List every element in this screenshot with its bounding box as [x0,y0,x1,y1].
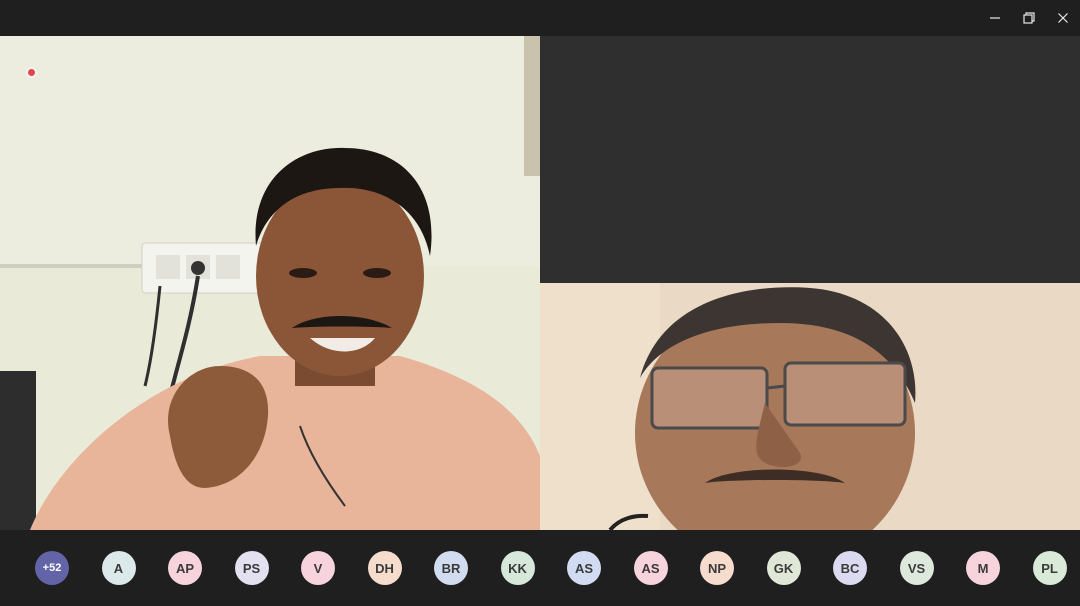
participant-avatar[interactable]: AS [633,551,668,585]
participant-video-2[interactable] [540,283,1080,530]
video-stage [0,36,1080,530]
participant-video-image-2 [540,283,1080,530]
minimize-icon [990,17,1000,19]
participant-avatar[interactable]: A [101,551,136,585]
participant-avatar[interactable]: M [966,551,1000,585]
participant-avatar[interactable]: V [301,551,335,585]
participant-avatar[interactable]: PL [1032,551,1067,585]
minimize-button[interactable] [978,0,1012,36]
participant-avatar[interactable]: AS [567,551,601,585]
participant-avatar[interactable]: KK [500,551,535,585]
participant-avatar[interactable]: VS [899,551,934,585]
restore-icon [1023,12,1035,24]
participant-avatar[interactable]: NP [700,551,734,585]
participant-avatar[interactable]: PS [234,551,269,585]
participant-video-image-1 [0,36,540,530]
restore-button[interactable] [1012,0,1046,36]
participant-avatar[interactable]: AP [168,551,202,585]
recording-indicator [26,67,37,78]
close-icon [1058,13,1068,23]
meeting-window: +52 A AP PS V DH BR KK AS AS NP GK BC VS M PL [0,0,1080,606]
participant-avatar[interactable]: BR [434,551,468,585]
empty-video-tile [540,36,1080,283]
participant-avatar[interactable]: DH [367,551,402,585]
participant-video-1[interactable] [0,36,540,530]
close-button[interactable] [1046,0,1080,36]
title-bar [0,0,1080,36]
participant-avatar[interactable]: BC [833,551,867,585]
participant-strip: +52 A AP PS V DH BR KK AS AS NP GK BC VS M PL [0,530,1080,606]
participant-avatar[interactable]: GK [766,551,801,585]
more-participants-badge[interactable]: +52 [35,551,69,585]
